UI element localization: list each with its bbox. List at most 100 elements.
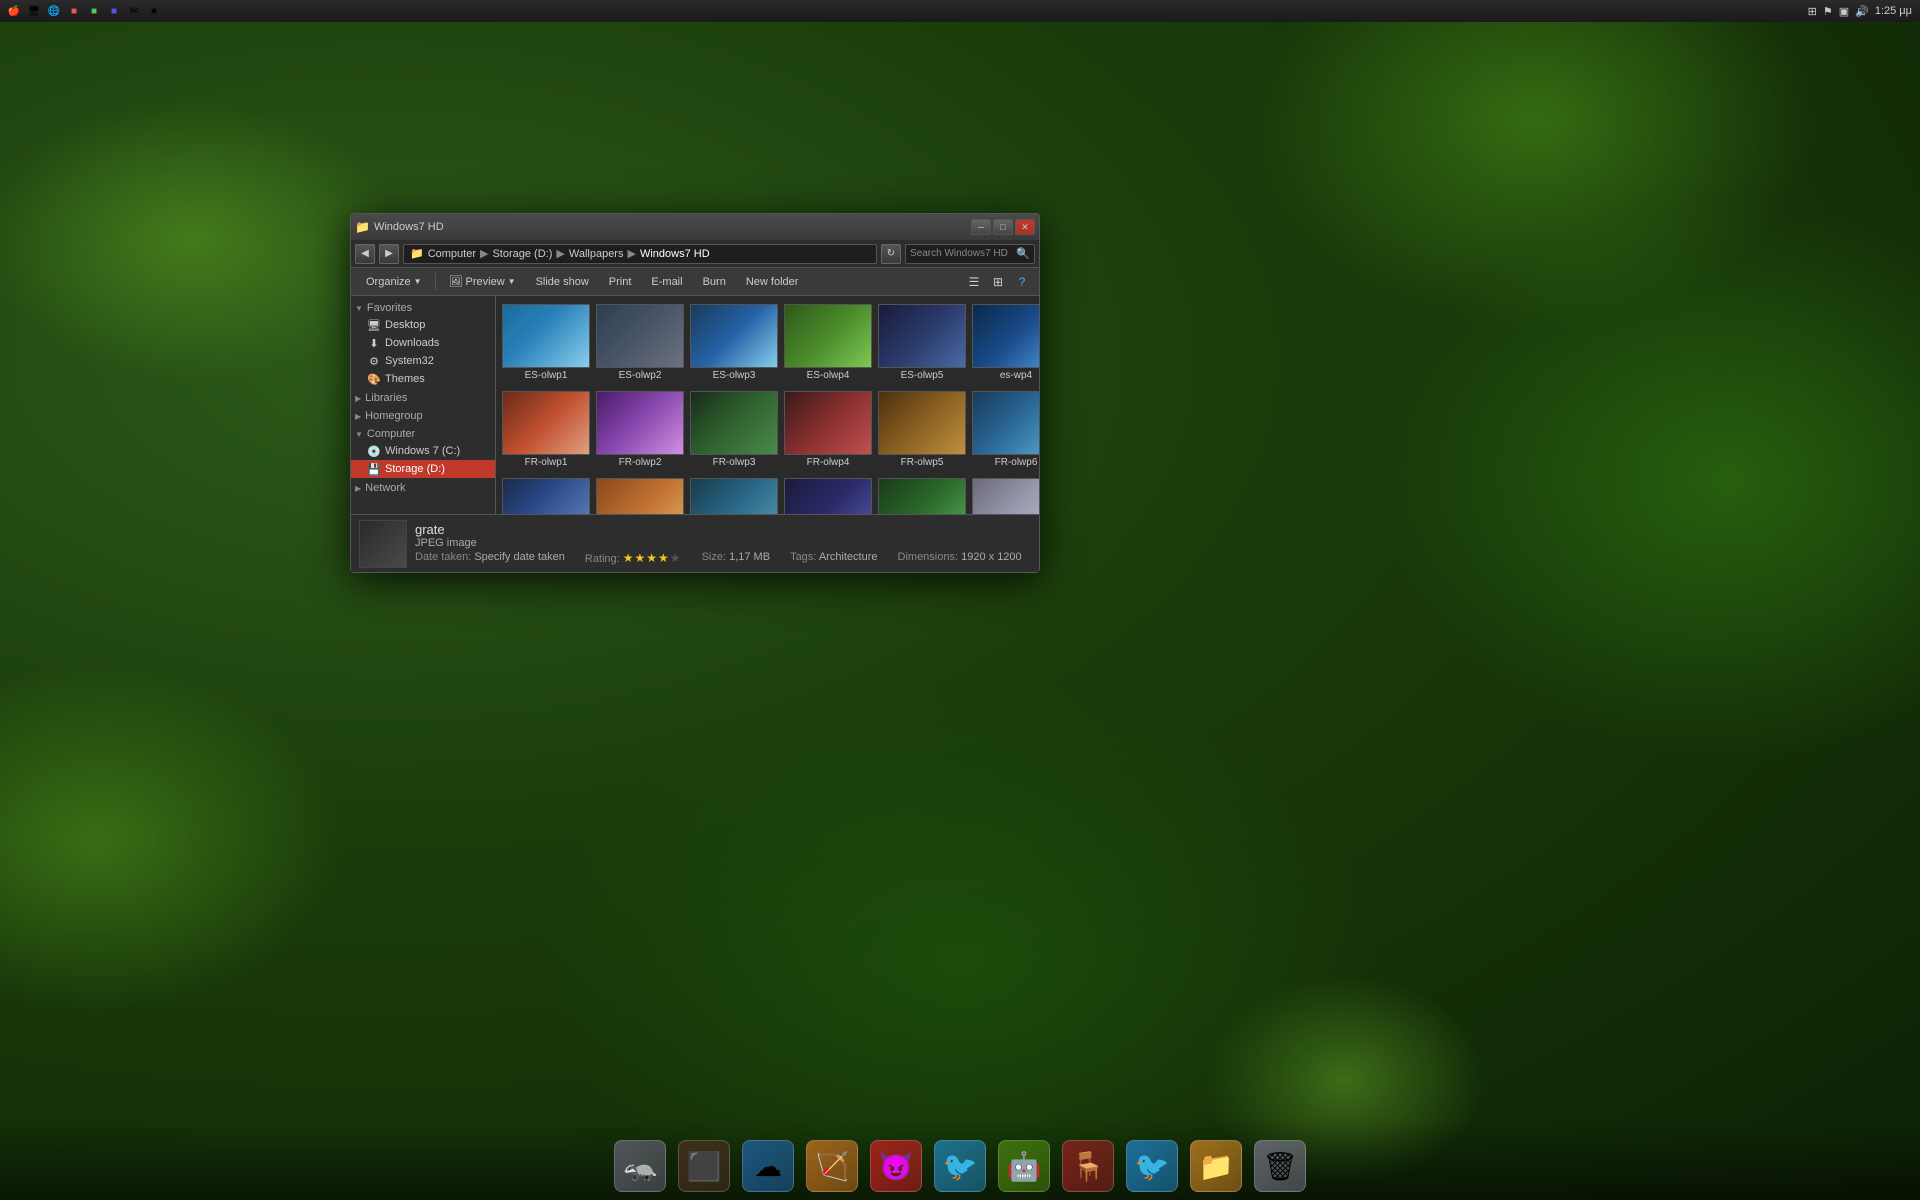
file-item[interactable]: FR-olwp4 [782, 387, 874, 472]
cloud-icon: ☁ [742, 1140, 794, 1192]
sidebar-item-desktop[interactable]: 🖥 Desktop [351, 316, 495, 334]
sidebar-computer-header[interactable]: ▼ Computer [351, 426, 495, 442]
dock-item-badger[interactable]: 🦡 [610, 1136, 670, 1196]
slideshow-button[interactable]: Slide show [527, 271, 598, 293]
sidebar-homegroup-header[interactable]: ▶ Homegroup [351, 408, 495, 424]
search-icon[interactable]: 🔍 [1016, 247, 1030, 260]
dock-item-domo[interactable]: ⬛ [674, 1136, 734, 1196]
taskbar-icon5[interactable]: ■ [106, 3, 122, 19]
dock-item-trash[interactable]: 🗑 [1250, 1136, 1310, 1196]
tags-value: Architecture [819, 551, 878, 563]
search-box[interactable]: Search Windows7 HD 🔍 [905, 244, 1035, 264]
taskbar-resize-icon: ⊞ [1808, 5, 1817, 18]
status-thumbnail [359, 520, 407, 568]
file-item[interactable]: fr-wp4 [782, 474, 874, 514]
preview-arrow-icon: ▼ [508, 277, 516, 286]
file-item[interactable]: ES-olwp4 [782, 300, 874, 385]
dock-item-red-face[interactable]: 😈 [866, 1136, 926, 1196]
sidebar-item-themes[interactable]: 🎨 Themes [351, 370, 495, 388]
file-item[interactable]: gb-wp1 [970, 474, 1039, 514]
file-thumbnail [690, 304, 778, 368]
file-item[interactable]: FR-olwp1 [500, 387, 592, 472]
new-folder-button[interactable]: New folder [737, 271, 808, 293]
file-name: ES-olwp2 [596, 370, 684, 381]
file-name: ES-olwp1 [502, 370, 590, 381]
sidebar-storage-d-label: Storage (D:) [385, 463, 445, 475]
file-item[interactable]: FR-olwp2 [594, 387, 686, 472]
file-item[interactable]: FR-olwp5 [876, 387, 968, 472]
dock-item-cloud[interactable]: ☁ [738, 1136, 798, 1196]
sidebar-item-windows-c[interactable]: 💿 Windows 7 (C:) [351, 442, 495, 460]
taskbar-volume-icon: 🔊 [1855, 5, 1869, 18]
storage-drive-icon: 💾 [367, 462, 381, 476]
file-thumbnail [972, 304, 1039, 368]
forward-button[interactable]: ▶ [379, 244, 399, 264]
themes-icon: 🎨 [367, 372, 381, 386]
burn-button[interactable]: Burn [694, 271, 735, 293]
breadcrumb-storage: Storage (D:) [492, 248, 552, 260]
preview-button[interactable]: 🖼 Preview ▼ [440, 271, 525, 293]
taskbar-icon7[interactable]: ★ [146, 3, 162, 19]
sidebar-network-header[interactable]: ▶ Network [351, 480, 495, 496]
file-item[interactable]: FR-olwp6 [970, 387, 1039, 472]
sidebar-item-downloads[interactable]: ⬇ Downloads [351, 334, 495, 352]
bluebird-icon: 🐦 [934, 1140, 986, 1192]
close-button[interactable]: ✕ [1015, 219, 1035, 235]
badger-icon: 🦡 [614, 1140, 666, 1192]
file-item[interactable]: ES-olwp5 [876, 300, 968, 385]
taskbar-icon4[interactable]: ■ [86, 3, 102, 19]
dock-item-twitter-bird[interactable]: 🐦 [1122, 1136, 1182, 1196]
taskbar-mail-icon[interactable]: ✉ [126, 3, 142, 19]
email-button[interactable]: E-mail [642, 271, 691, 293]
file-thumbnail [784, 391, 872, 455]
organize-button[interactable]: Organize ▼ [357, 271, 431, 293]
taskbar-display-icon: ▣ [1839, 5, 1849, 18]
taskbar-finder-icon[interactable]: 🖥 [26, 3, 42, 19]
android-icon: 🤖 [998, 1140, 1050, 1192]
sidebar-item-storage-d[interactable]: 💾 Storage (D:) [351, 460, 495, 478]
taskbar-icon3[interactable]: ■ [66, 3, 82, 19]
file-item[interactable]: fr-wp3 [688, 474, 780, 514]
file-name: FR-olwp6 [972, 457, 1039, 468]
file-item[interactable]: fr-wp2 [594, 474, 686, 514]
sidebar-desktop-label: Desktop [385, 319, 425, 331]
dock-item-chair[interactable]: 🪑 [1058, 1136, 1118, 1196]
back-button[interactable]: ◀ [355, 244, 375, 264]
taskbar-browser-icon[interactable]: 🌐 [46, 3, 62, 19]
sidebar-libraries-header[interactable]: ▶ Libraries [351, 390, 495, 406]
file-item[interactable]: ES-olwp2 [594, 300, 686, 385]
dock-item-android[interactable]: 🤖 [994, 1136, 1054, 1196]
view-grid-button[interactable]: ⊞ [987, 271, 1009, 293]
file-thumbnail [690, 391, 778, 455]
file-item[interactable]: ES-olwp3 [688, 300, 780, 385]
file-item[interactable]: es-wp4 [970, 300, 1039, 385]
burn-label: Burn [703, 276, 726, 288]
breadcrumb[interactable]: 📁 Computer ▶ Storage (D:) ▶ Wallpapers ▶… [403, 244, 877, 264]
refresh-button[interactable]: ↻ [881, 244, 901, 264]
dimensions-value: 1920 x 1200 [961, 551, 1022, 563]
file-item[interactable]: FR-olwp3 [688, 387, 780, 472]
maximize-button[interactable]: □ [993, 219, 1013, 235]
minimize-button[interactable]: ─ [971, 219, 991, 235]
file-item[interactable]: ES-olwp1 [500, 300, 592, 385]
red-face-icon: 😈 [870, 1140, 922, 1192]
sidebar-item-system32[interactable]: ⚙ System32 [351, 352, 495, 370]
file-item[interactable]: fr-wp1 [500, 474, 592, 514]
date-taken-value: Specify date taken [474, 551, 565, 563]
slideshow-label: Slide show [536, 276, 589, 288]
file-thumbnail [784, 304, 872, 368]
taskbar-apple-icon[interactable]: 🍎 [6, 3, 22, 19]
sidebar-downloads-label: Downloads [385, 337, 439, 349]
libraries-arrow-icon: ▶ [355, 394, 361, 403]
trash-icon: 🗑 [1254, 1140, 1306, 1192]
help-button[interactable]: ? [1011, 271, 1033, 293]
sidebar-favorites-header[interactable]: ▼ Favorites [351, 300, 495, 316]
preview-label: Preview [466, 276, 505, 288]
file-item[interactable]: fr-wp5 [876, 474, 968, 514]
dock-item-bluebird[interactable]: 🐦 [930, 1136, 990, 1196]
dock-item-arrow-app[interactable]: 🏹 [802, 1136, 862, 1196]
dock-item-folder[interactable]: 📁 [1186, 1136, 1246, 1196]
print-button[interactable]: Print [600, 271, 641, 293]
view-details-button[interactable]: ☰ [963, 271, 985, 293]
star-empty: ★ [670, 551, 682, 565]
